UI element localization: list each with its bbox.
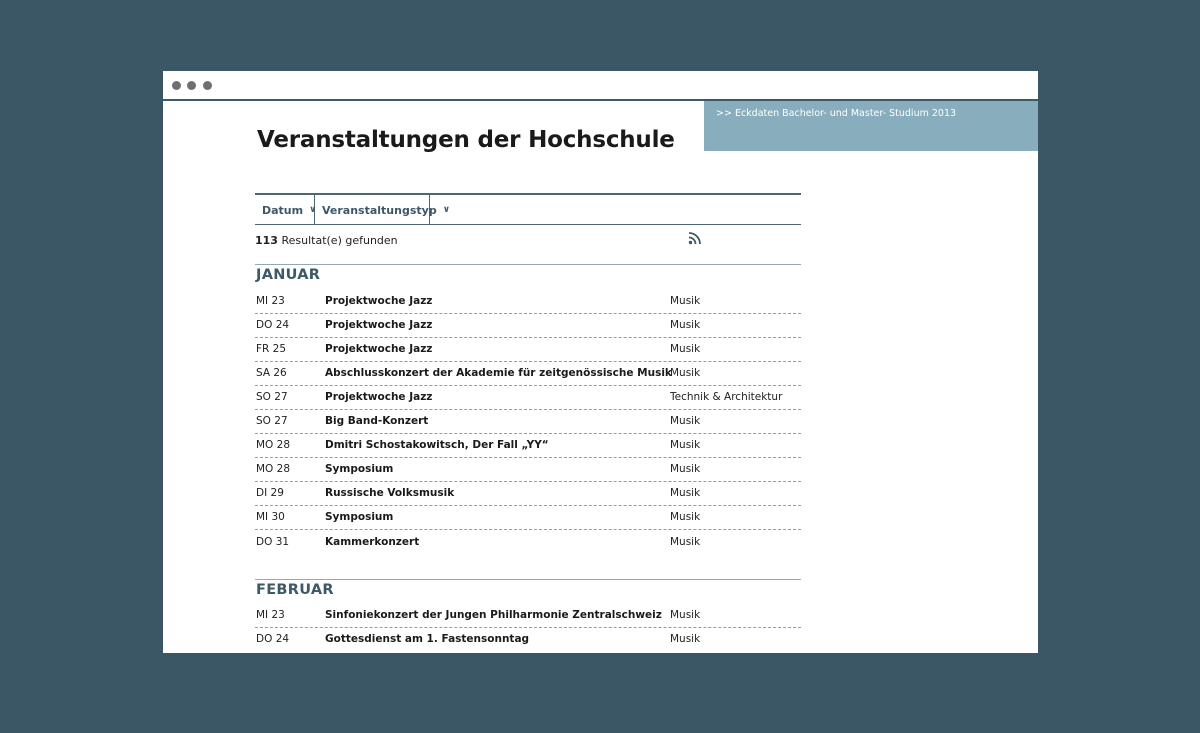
month-title: JANUAR xyxy=(256,267,321,283)
event-row[interactable]: MI 23 Projektwoche Jazz Musik xyxy=(255,290,801,314)
event-type: Musik xyxy=(670,536,701,548)
event-type: Musik xyxy=(670,511,701,523)
event-date: DO 31 xyxy=(256,536,290,548)
event-row[interactable]: DO 24 Projektwoche Jazz Musik xyxy=(255,314,801,338)
event-type: Musik xyxy=(670,295,701,307)
event-title[interactable]: Russische Volksmusik xyxy=(325,487,454,499)
event-title[interactable]: Gottesdienst am 1. Fastensonntag xyxy=(325,633,529,645)
event-title[interactable]: Symposium xyxy=(325,463,393,475)
event-type: Musik xyxy=(670,463,701,475)
event-row[interactable]: MO 28 Symposium Musik xyxy=(255,458,801,482)
event-title[interactable]: Projektwoche Jazz xyxy=(325,319,432,331)
event-date: DO 24 xyxy=(256,319,290,331)
month-section-januar: JANUAR xyxy=(255,264,801,283)
promo-link[interactable]: >> Eckdaten Bachelor- und Master- Studiu… xyxy=(716,108,956,119)
event-type: Musik xyxy=(670,415,701,427)
event-row[interactable]: DO 24 Gottesdienst am 1. Fastensonntag M… xyxy=(255,628,801,652)
results-count: 113 xyxy=(255,234,278,247)
event-type: Musik xyxy=(670,439,701,451)
month-title: FEBRUAR xyxy=(256,582,334,598)
event-row[interactable]: MO 28 Dmitri Schostakowitsch, Der Fall „… xyxy=(255,434,801,458)
event-row[interactable]: FR 25 Projektwoche Jazz Musik xyxy=(255,338,801,362)
page-title: Veranstaltungen der Hochschule xyxy=(257,127,675,153)
event-date: MO 28 xyxy=(256,463,291,475)
window-titlebar xyxy=(163,71,1038,101)
filter-label: Veranstaltungstyp xyxy=(322,203,437,217)
event-title[interactable]: Symposium xyxy=(325,511,393,523)
event-title[interactable]: Kammerkonzert xyxy=(325,536,419,548)
window-dot-icon[interactable] xyxy=(203,81,212,90)
browser-window: >> Eckdaten Bachelor- und Master- Studiu… xyxy=(163,71,1038,653)
filter-bar: Datum ∨ Veranstaltungstyp ∨ xyxy=(255,193,801,225)
month-section-februar: FEBRUAR xyxy=(255,579,801,598)
filter-datum[interactable]: Datum ∨ xyxy=(255,195,316,225)
event-row[interactable]: DI 29 Russische Volksmusik Musik xyxy=(255,482,801,506)
event-type: Technik & Architektur xyxy=(670,391,783,403)
event-row[interactable]: SO 27 Big Band-Konzert Musik xyxy=(255,410,801,434)
event-type: Musik xyxy=(670,487,701,499)
event-type: Musik xyxy=(670,343,701,355)
event-date: DO 24 xyxy=(256,633,290,645)
event-date: MI 23 xyxy=(256,295,285,307)
event-date: SO 27 xyxy=(256,415,288,427)
event-title[interactable]: Projektwoche Jazz xyxy=(325,343,432,355)
event-title[interactable]: Dmitri Schostakowitsch, Der Fall „YY“ xyxy=(325,439,549,451)
results-label: Resultat(e) gefunden xyxy=(281,234,398,247)
window-dot-icon[interactable] xyxy=(187,81,196,90)
event-date: SA 26 xyxy=(256,367,287,379)
filter-veranstaltungstyp[interactable]: Veranstaltungstyp ∨ xyxy=(315,195,450,225)
event-date: MI 23 xyxy=(256,609,285,621)
event-title[interactable]: Projektwoche Jazz xyxy=(325,295,432,307)
event-type: Musik xyxy=(670,633,701,645)
window-dot-icon[interactable] xyxy=(172,81,181,90)
event-type: Musik xyxy=(670,319,701,331)
event-date: DI 29 xyxy=(256,487,284,499)
event-date: FR 25 xyxy=(256,343,287,355)
event-type: Musik xyxy=(670,609,701,621)
filter-label: Datum xyxy=(262,203,304,217)
event-row[interactable]: SO 27 Projektwoche Jazz Technik & Archit… xyxy=(255,386,801,410)
event-date: MO 28 xyxy=(256,439,291,451)
event-date: SO 27 xyxy=(256,391,288,403)
event-title[interactable]: Abschlusskonzert der Akademie für zeitge… xyxy=(325,367,672,379)
event-row[interactable]: SA 26 Abschlusskonzert der Akademie für … xyxy=(255,362,801,386)
chevron-down-icon: ∨ xyxy=(442,205,451,215)
promo-box: >> Eckdaten Bachelor- und Master- Studiu… xyxy=(704,101,1038,151)
event-date: MI 30 xyxy=(256,511,285,523)
rss-icon[interactable] xyxy=(688,231,702,245)
results-summary: 113 Resultat(e) gefunden xyxy=(255,234,398,247)
event-title[interactable]: Sinfoniekonzert der Jungen Philharmonie … xyxy=(325,609,662,621)
event-row[interactable]: MI 23 Sinfoniekonzert der Jungen Philhar… xyxy=(255,604,801,628)
event-row[interactable]: MI 30 Symposium Musik xyxy=(255,506,801,530)
event-title[interactable]: Projektwoche Jazz xyxy=(325,391,432,403)
event-row[interactable]: DO 31 Kammerkonzert Musik xyxy=(255,531,801,555)
event-type: Musik xyxy=(670,367,701,379)
event-title[interactable]: Big Band-Konzert xyxy=(325,415,428,427)
